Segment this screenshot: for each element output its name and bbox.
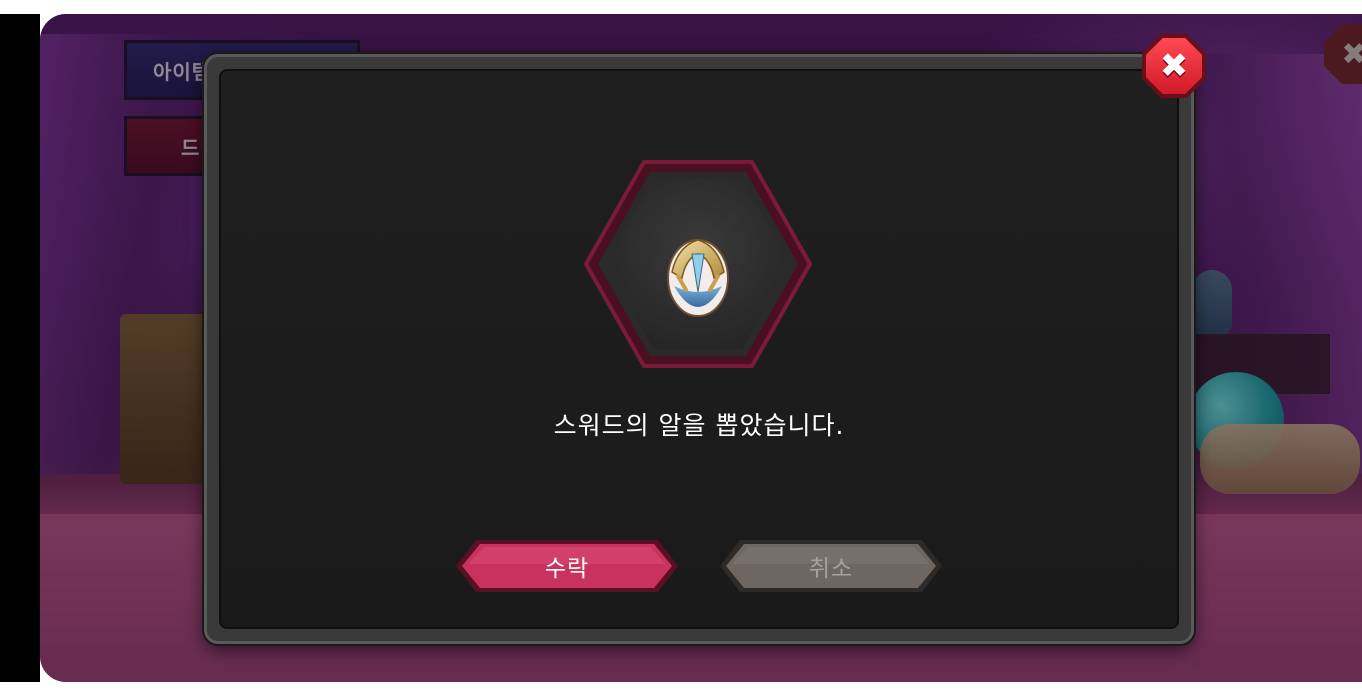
game-screen: 아이템코 드빌ㄱ ✖ ✖	[0, 14, 1362, 682]
accept-button[interactable]: 수락	[454, 538, 680, 594]
close-icon: ✖	[1159, 46, 1189, 86]
sword-egg-icon	[667, 239, 729, 317]
accept-label: 수락	[544, 556, 590, 582]
cancel-label: 취소	[808, 556, 854, 582]
dialog-close-face: ✖	[1146, 38, 1202, 94]
result-message: 스워드의 알을 뽑았습니다.	[553, 411, 845, 440]
cancel-button[interactable]: 취소	[718, 538, 944, 594]
letterbox-bar	[0, 14, 40, 682]
